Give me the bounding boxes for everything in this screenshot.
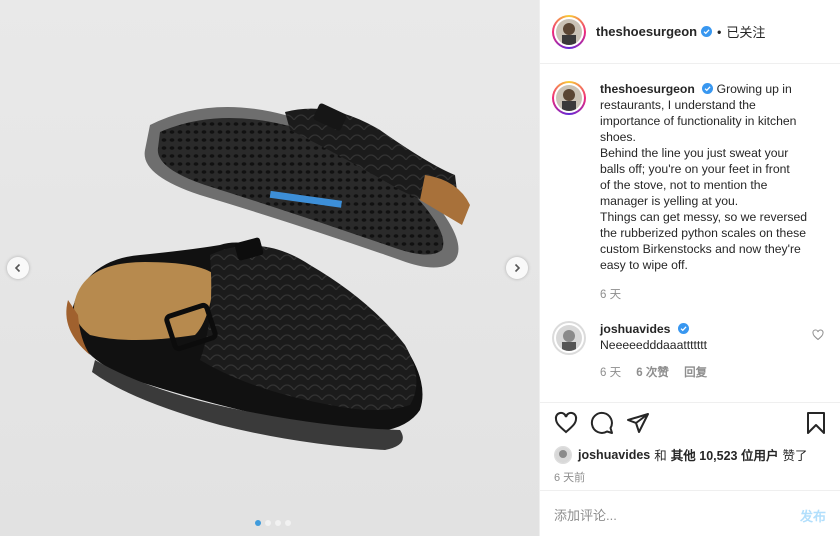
carousel-dot: [265, 520, 271, 526]
caption-line: Behind the line you just sweat your: [600, 146, 789, 160]
liker-username[interactable]: joshuavides: [578, 448, 650, 462]
carousel-dot: [255, 520, 261, 526]
chevron-left-icon: [14, 263, 21, 273]
comment-likes[interactable]: 6 次赞: [636, 367, 669, 379]
caption-line: the rubberized python scales on these: [600, 226, 806, 240]
post-timestamp[interactable]: 6 天前: [554, 469, 585, 485]
post-header: theshoesurgeon • 已关注: [540, 0, 840, 64]
avatar[interactable]: [552, 14, 586, 49]
previous-slide-button[interactable]: [7, 257, 29, 279]
carousel-dot: [285, 520, 291, 526]
likes-connector: 和: [654, 449, 667, 463]
caption-line: Things can get messy, so we reversed: [600, 210, 808, 224]
caption-line: of the stove, not to mention the: [600, 178, 768, 192]
profile-photo: [556, 85, 582, 111]
post-image[interactable]: [0, 0, 539, 536]
caption-author[interactable]: theshoesurgeon: [600, 82, 695, 96]
caption-line: balls off; you're on your feet in front: [600, 162, 790, 176]
avatar[interactable]: [552, 321, 586, 355]
bookmark-icon[interactable]: [804, 411, 828, 435]
profile-photo: [555, 446, 571, 463]
profile-photo: [556, 18, 582, 45]
next-slide-button[interactable]: [506, 257, 528, 279]
comment-like-icon[interactable]: [812, 329, 824, 341]
heart-icon[interactable]: [554, 411, 578, 435]
following-button[interactable]: 已关注: [726, 22, 765, 41]
caption-line: custom Birkenstocks and now they're: [600, 242, 801, 256]
likes-summary: joshuavides 和 其他 10,523 位用户 赞了: [554, 445, 807, 464]
comment-icon[interactable]: [590, 411, 614, 435]
reply-button[interactable]: 回复: [684, 367, 707, 379]
scrollbar[interactable]: [834, 137, 838, 402]
post-side-panel: theshoesurgeon • 已关注 theshoesurgeon Grow…: [539, 0, 840, 536]
comment-age[interactable]: 6 天: [600, 367, 621, 379]
post-comment-button[interactable]: 发布: [800, 506, 826, 525]
carousel-dot: [275, 520, 281, 526]
caption-line: importance of functionality in kitchen: [600, 114, 797, 128]
comment-author[interactable]: joshuavides: [600, 322, 670, 336]
caption: theshoesurgeon Growing up in restaurants…: [552, 81, 828, 303]
avatar[interactable]: [554, 445, 572, 464]
comment-item: joshuavides Neeeeedddaaattttttt 6 天 6 次赞…: [552, 321, 828, 381]
avatar[interactable]: [552, 81, 586, 115]
caption-line: shoes.: [600, 130, 636, 144]
caption-age[interactable]: 6 天: [600, 289, 621, 301]
share-icon[interactable]: [626, 411, 650, 435]
caption-line: easy to wipe off.: [600, 258, 688, 272]
birkenstock-clogs-photo: [66, 103, 470, 450]
verified-badge-icon: [701, 26, 713, 37]
header-separator: •: [717, 24, 722, 39]
verified-badge-icon: [702, 83, 714, 94]
carousel-dots: [255, 520, 291, 526]
others-likes-link[interactable]: 其他 10,523 位用户: [671, 445, 779, 464]
likes-suffix: 赞了: [782, 449, 808, 463]
post-actions: joshuavides 和 其他 10,523 位用户 赞了 6 天前 发布: [540, 402, 840, 536]
comment-input[interactable]: [554, 508, 800, 523]
verified-badge-icon: [677, 323, 689, 334]
add-comment-bar: 发布: [540, 490, 840, 536]
caption-line: restaurants, I understand the: [600, 98, 756, 112]
caption-line: Growing up in: [716, 82, 792, 96]
chevron-right-icon: [514, 263, 521, 273]
comments-section: theshoesurgeon Growing up in restaurants…: [540, 65, 840, 402]
caption-line: manager is yelling at you.: [600, 194, 739, 208]
author-username[interactable]: theshoesurgeon: [596, 24, 697, 39]
profile-photo: [556, 325, 582, 351]
comment-text: Neeeeedddaaattttttt: [600, 338, 708, 352]
